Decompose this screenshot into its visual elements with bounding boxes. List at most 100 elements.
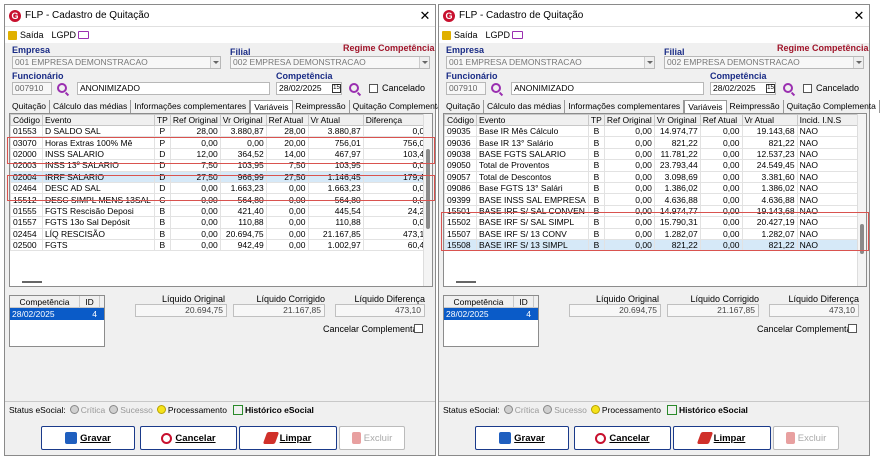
limpar-button[interactable]: Limpar <box>239 426 337 450</box>
column-header-evento[interactable]: Evento <box>41 114 155 126</box>
table-row[interactable]: 09399 BASE INSS SAL EMPRESA B 0,00 4.636,88 0… <box>444 193 866 206</box>
table-row[interactable]: 01557 FGTS 13o Sal Depósit B 0,00 110,88 0,00… <box>10 216 432 229</box>
competencia-row[interactable]: 28/02/2025 4 <box>10 308 104 320</box>
table-row[interactable]: 02500 FGTS B 0,00 942,49 0,00 1.002,97 60,48 <box>10 238 432 252</box>
table-row[interactable]: 15502 BASE IRF S/ SAL SIMPL B 0,00 15.790,31… <box>444 216 866 229</box>
tab-calculo-das-medias[interactable]: Cálculo das médias <box>484 100 566 113</box>
table-row[interactable]: 02004 IRRF SALARIO D 27,50 966,99 27,50 1.146,… <box>10 170 432 183</box>
cell-vr-original: 15.790,31 <box>653 216 701 229</box>
filial-select[interactable]: 002 EMPRESA DEMONSTRACAO <box>230 56 430 69</box>
column-header-ref-original[interactable]: Ref Original <box>603 114 655 126</box>
column-header-tp[interactable]: TP <box>587 114 605 126</box>
competencia-row[interactable]: 28/02/2025 4 <box>444 308 538 320</box>
table-row[interactable]: 09038 BASE FGTS SALARIO B 0,00 11.781,22 0,00… <box>444 147 866 161</box>
column-header-vr-atual[interactable]: Vr Atual <box>741 114 798 126</box>
search-icon[interactable] <box>57 83 67 93</box>
close-icon[interactable]: ✕ <box>849 8 869 24</box>
tab-reimpressao[interactable]: Reimpressão <box>727 100 784 113</box>
tab-reimpressao[interactable]: Reimpressão <box>293 100 350 113</box>
close-icon[interactable]: ✕ <box>415 8 435 24</box>
cancelar-label: Cancelar <box>175 432 216 444</box>
table-row[interactable]: 02454 LÍQ RESCISÃO B 0,00 20.694,75 0,00 21.16… <box>10 227 432 240</box>
cell-ref-original: 0,00 <box>603 170 655 183</box>
historico-esocial-link[interactable]: Histórico eSocial <box>679 405 748 415</box>
column-header-evento[interactable]: Evento <box>475 114 589 126</box>
gravar-button[interactable]: Gravar <box>475 426 569 450</box>
calendar-icon[interactable]: 15 <box>766 84 775 93</box>
table-row[interactable]: 02003 INSS 13º SALARIO D 7,50 103,95 7,50 103,… <box>10 159 432 172</box>
saida-button[interactable]: Saída <box>8 30 44 40</box>
table-row[interactable]: 15507 BASE IRF S/ 13 CONV B 0,00 1.282,07 0,0… <box>444 227 866 240</box>
excluir-button[interactable]: Excluir <box>773 426 839 450</box>
calendar-icon[interactable]: 15 <box>332 84 341 93</box>
tab-quitacao[interactable]: Quitação <box>9 100 51 113</box>
filial-select[interactable]: 002 EMPRESA DEMONSTRACAO <box>664 56 864 69</box>
table-row[interactable]: 09036 Base IR 13° Salário B 0,00 821,22 0,00 8… <box>444 136 866 149</box>
tab-informacoes-complementares[interactable]: Informações complementares <box>565 100 685 113</box>
tab-quitacao-complementa[interactable]: Quitação Complementa <box>350 100 446 113</box>
empresa-select[interactable]: 001 EMPRESA DEMONSTRACAO <box>12 56 221 69</box>
table-scrollbar[interactable] <box>423 114 432 286</box>
column-header-ref-atual[interactable]: Ref Atual <box>265 114 309 126</box>
cell-ref-atual: 0,00 <box>265 193 309 206</box>
tab-variaveis[interactable]: Variáveis <box>250 100 293 113</box>
cell-codigo: 15501 <box>444 204 477 218</box>
historico-esocial-link[interactable]: Histórico eSocial <box>245 405 314 415</box>
table-row[interactable]: 03070 Horas Extras 100% Mê P 0,00 0,00 20,00 7… <box>10 136 432 149</box>
table-row[interactable]: 15508 BASE IRF S/ 13 SIMPL B 0,00 821,22 0,00… <box>444 238 866 252</box>
table-row[interactable]: 09086 Base FGTS 13° Salári B 0,00 1.386,02 0,… <box>444 181 866 195</box>
tab-informacoes-complementares[interactable]: Informações complementares <box>131 100 251 113</box>
table-row[interactable]: 02000 INSS SALARIO D 12,00 364,52 14,00 467,97… <box>10 147 432 161</box>
table-row[interactable]: 09057 Total de Descontos B 0,00 3.098,69 0,00… <box>444 170 866 183</box>
table-row[interactable]: 01555 FGTS Rescisão Deposi B 0,00 421,40 0,00… <box>10 204 432 218</box>
column-header-ref-atual[interactable]: Ref Atual <box>699 114 743 126</box>
tab-quitacao-complementa[interactable]: Quitação Complementa <box>784 100 880 113</box>
column-header-vr-original[interactable]: Vr Original <box>653 114 701 126</box>
column-header-ref-original[interactable]: Ref Original <box>169 114 221 126</box>
gravar-button[interactable]: Gravar <box>41 426 135 450</box>
cancelado-checkbox[interactable] <box>369 84 378 93</box>
empresa-select[interactable]: 001 EMPRESA DEMONSTRACAO <box>446 56 655 69</box>
search-icon[interactable] <box>491 83 501 93</box>
column-header-codigo[interactable]: Código <box>10 114 43 126</box>
horizontal-scroll-thumb[interactable] <box>456 281 476 283</box>
column-header-codigo[interactable]: Código <box>444 114 477 126</box>
table-row[interactable]: 01553 D SALDO SAL P 28,00 3.880,87 28,00 3.880… <box>10 124 432 138</box>
lgpd-button[interactable]: LGPD <box>486 30 524 40</box>
search-icon[interactable] <box>783 83 793 93</box>
eventos-grid: Código Evento TP Ref Original Vr Original Ref… <box>10 114 432 252</box>
cell-vr-atual: 12.537,23 <box>741 147 798 161</box>
table-row[interactable]: 09035 Base IR Mês Cálculo B 0,00 14.974,77 0,… <box>444 124 866 138</box>
cancelar-complementar-checkbox[interactable] <box>414 324 423 333</box>
horizontal-scroll-thumb[interactable] <box>22 281 42 283</box>
saida-button[interactable]: Saída <box>442 30 478 40</box>
eventos-table: Código Evento TP Ref Original Vr Original Ref… <box>9 113 433 287</box>
funcionario-code-input[interactable]: 007910 <box>446 82 486 95</box>
limpar-button[interactable]: Limpar <box>673 426 771 450</box>
table-row[interactable]: 02464 DESC AD SAL D 0,00 1.663,23 0,00 1.663,2… <box>10 181 432 195</box>
tab-calculo-das-medias[interactable]: Cálculo das médias <box>50 100 132 113</box>
table-row[interactable]: 15501 BASE IRF S/ SAL CONVEN B 0,00 14.974,7… <box>444 204 866 218</box>
lgpd-button[interactable]: LGPD <box>52 30 90 40</box>
lock-icon <box>442 30 451 40</box>
scroll-thumb[interactable] <box>426 149 430 229</box>
column-header-last[interactable]: Incid. I.N.S <box>796 114 866 126</box>
cancelado-checkbox[interactable] <box>803 84 812 93</box>
table-row[interactable]: 09050 Total de Proventos B 0,00 23.793,44 0,0… <box>444 159 866 172</box>
tab-quitacao[interactable]: Quitação <box>443 100 485 113</box>
column-header-vr-original[interactable]: Vr Original <box>219 114 267 126</box>
column-header-vr-atual[interactable]: Vr Atual <box>307 114 364 126</box>
table-scrollbar[interactable] <box>857 114 866 286</box>
tab-variaveis[interactable]: Variáveis <box>684 100 727 113</box>
table-row[interactable]: 15512 DESC SIMPL MENS 13SAL C 0,00 564,80 0,0… <box>10 193 432 206</box>
column-header-tp[interactable]: TP <box>153 114 171 126</box>
cancelar-complementar-checkbox[interactable] <box>848 324 857 333</box>
cancelar-button[interactable]: Cancelar <box>574 426 671 450</box>
search-icon[interactable] <box>349 83 359 93</box>
excluir-button[interactable]: Excluir <box>339 426 405 450</box>
column-header-last[interactable]: Diferença <box>362 114 432 126</box>
funcionario-code-input[interactable]: 007910 <box>12 82 52 95</box>
cell-ref-atual: 0,00 <box>265 181 309 195</box>
scroll-thumb[interactable] <box>860 224 864 254</box>
cancelar-button[interactable]: Cancelar <box>140 426 237 450</box>
